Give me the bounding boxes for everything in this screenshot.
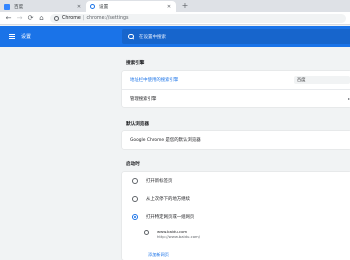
settings-content: 搜索引擎 地址栏中使用的搜索引擎 百度 管理搜索引擎 ▸ 默认浏览器 Googl… — [0, 47, 350, 260]
tab-title: 百度 — [14, 4, 24, 10]
section-title-on-startup: 启动时 — [126, 162, 140, 167]
on-startup-card: 打开新标签页 从上次停下的地方继续 打开特定网页或一组网页 — [122, 172, 350, 260]
startup-option-label: 打开特定网页或一组网页 — [146, 215, 195, 220]
default-browser-row: Google Chrome 是您的默认浏览器 — [122, 131, 350, 149]
startup-page-url: http://www.baidu.com/ — [157, 234, 201, 239]
tab-settings[interactable]: 设置 ✕ — [86, 1, 176, 12]
page-title: 设置 — [21, 34, 32, 40]
new-tab-button[interactable]: + — [180, 1, 190, 11]
manage-search-engines-label: 管理搜索引擎 — [130, 96, 157, 102]
startup-option-new-tab[interactable]: 打开新标签页 — [122, 172, 350, 190]
manage-search-engines-row[interactable]: 管理搜索引擎 ▸ — [122, 89, 350, 107]
search-engine-select[interactable]: 百度 — [294, 76, 350, 84]
site-info-icon[interactable] — [54, 15, 59, 21]
startup-option-continue[interactable]: 从上次停下的地方继续 — [122, 190, 350, 208]
globe-icon — [144, 230, 149, 235]
settings-header: 设置 在设置中搜索 — [0, 26, 350, 47]
radio-button-checked[interactable] — [132, 214, 138, 220]
tab-baidu[interactable]: 百度 ✕ — [0, 1, 86, 12]
default-browser-card: Google Chrome 是您的默认浏览器 — [122, 131, 350, 149]
section-title-default-browser: 默认浏览器 — [126, 122, 149, 127]
url-separator: | — [82, 15, 85, 21]
browser-toolbar: ← → ⟳ ⌂ Chrome | chrome://settings — [0, 12, 350, 25]
settings-search-input[interactable]: 在设置中搜索 — [122, 29, 350, 44]
tab-strip: 百度 ✕ 设置 ✕ + — [0, 0, 350, 12]
startup-option-specific-pages[interactable]: 打开特定网页或一组网页 — [122, 208, 350, 226]
default-search-engine-row: 地址栏中使用的搜索引擎 百度 — [122, 71, 350, 89]
radio-button[interactable] — [132, 196, 138, 202]
address-bar[interactable]: Chrome | chrome://settings — [50, 13, 346, 23]
back-button[interactable]: ← — [3, 13, 14, 24]
close-icon[interactable]: ✕ — [75, 4, 83, 10]
menu-icon[interactable] — [9, 34, 15, 39]
section-title-search-engine: 搜索引擎 — [126, 61, 145, 66]
default-browser-text: Google Chrome 是您的默认浏览器 — [130, 138, 201, 143]
url-host: Chrome — [62, 15, 81, 21]
baidu-favicon-icon — [4, 3, 10, 10]
url-path: chrome://settings — [86, 15, 129, 21]
startup-page-entry: www.baidu.com http://www.baidu.com/ — [144, 229, 200, 239]
add-new-page-link[interactable]: 添加新网页 — [148, 252, 169, 258]
close-icon[interactable]: ✕ — [165, 4, 173, 10]
reload-button[interactable]: ⟳ — [25, 13, 36, 24]
search-engine-card: 地址栏中使用的搜索引擎 百度 管理搜索引擎 ▸ — [122, 71, 350, 107]
forward-button[interactable]: → — [14, 13, 25, 24]
search-placeholder: 在设置中搜索 — [139, 34, 166, 40]
tab-title: 设置 — [99, 4, 109, 10]
search-icon — [128, 33, 134, 40]
startup-option-label: 打开新标签页 — [146, 179, 173, 184]
home-button[interactable]: ⌂ — [36, 13, 47, 24]
search-engine-link[interactable]: 地址栏中使用的搜索引擎 — [130, 77, 178, 83]
radio-button[interactable] — [132, 178, 138, 184]
gear-icon — [90, 4, 95, 9]
startup-option-label: 从上次停下的地方继续 — [146, 197, 190, 202]
